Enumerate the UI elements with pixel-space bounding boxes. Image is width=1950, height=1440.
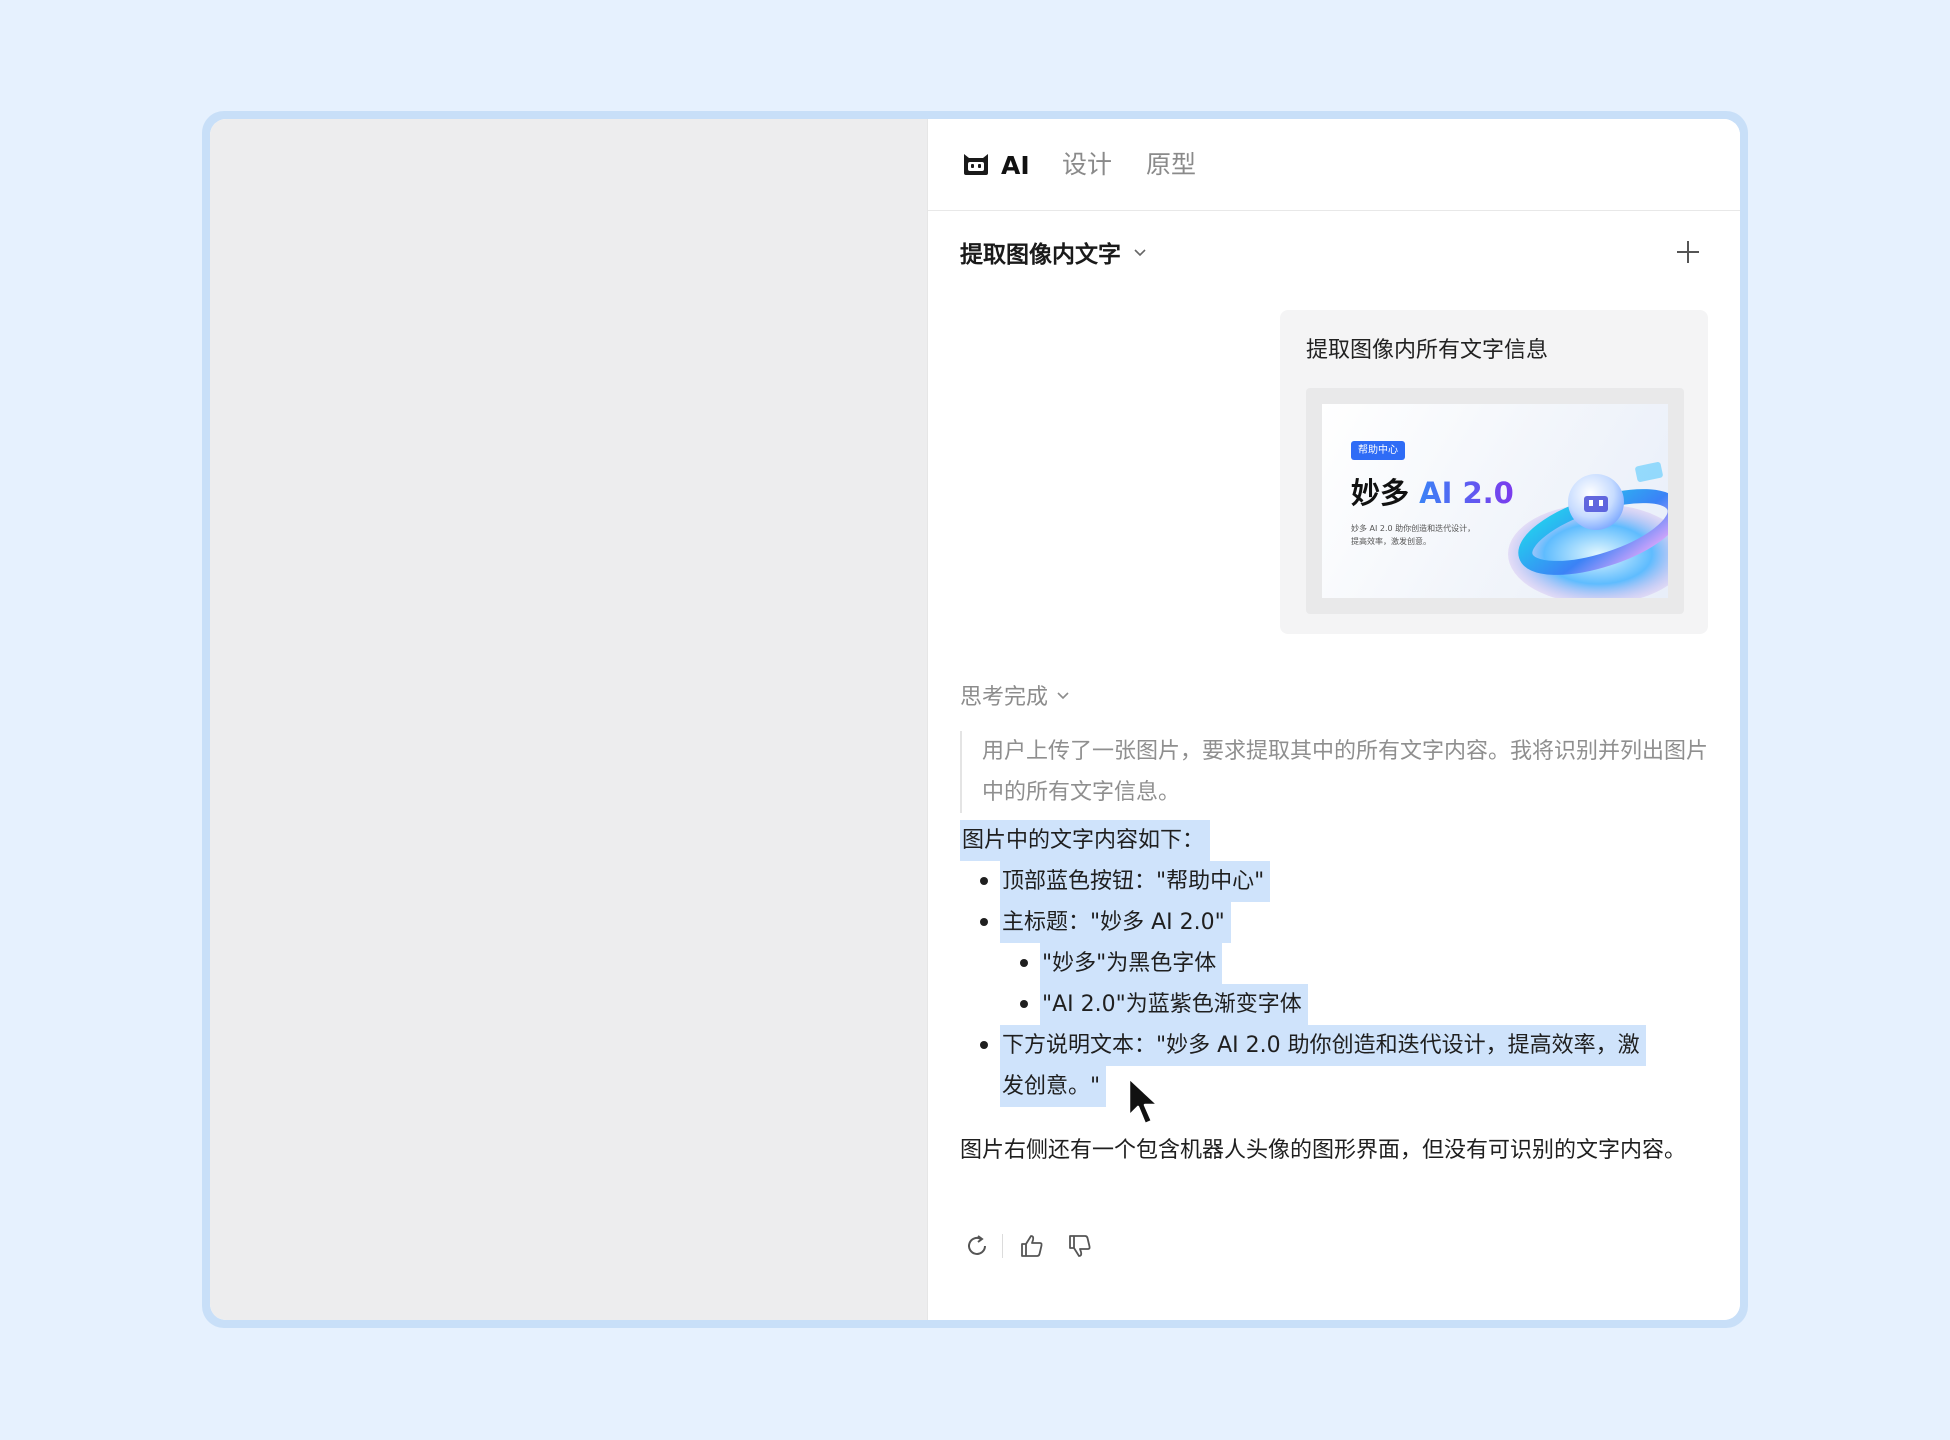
thumbnail-subtitle: 妙多 AI 2.0 助你创造和迭代设计， 提高效率，激发创意。 — [1351, 522, 1511, 548]
tab-design[interactable]: 设计 — [1062, 145, 1112, 185]
chevron-down-icon — [1056, 686, 1070, 705]
session-selector[interactable]: 提取图像内文字 — [960, 232, 1147, 272]
thumbnail-title-gradient: AI 2.0 — [1419, 476, 1514, 510]
thumbnail-title: 妙多 AI 2.0 — [1351, 470, 1514, 512]
image-thumbnail: 帮助中心 妙多 AI 2.0 妙多 AI 2.0 助你创造和迭代设计， 提高效率… — [1322, 404, 1668, 598]
dislike-button[interactable] — [1063, 1229, 1097, 1263]
mouse-cursor-icon — [1127, 1076, 1160, 1126]
robot-cat-icon — [961, 150, 991, 180]
list-item-text: "妙多"为黑色字体 — [1040, 943, 1223, 984]
list-item: 顶部蓝色按钮："帮助中心" — [1000, 861, 1271, 902]
attached-image[interactable]: 帮助中心 妙多 AI 2.0 妙多 AI 2.0 助你创造和迭代设计， 提高效率… — [1306, 388, 1684, 614]
thumbs-up-icon — [1021, 1235, 1043, 1257]
thumbnail-subtitle-line2: 提高效率，激发创意。 — [1351, 537, 1431, 546]
list-item-continuation: 发创意。" — [1000, 1066, 1107, 1107]
message-actions — [960, 1226, 1097, 1266]
thinking-toggle[interactable]: 思考完成 — [960, 675, 1070, 715]
actions-divider — [1002, 1234, 1003, 1258]
refresh-icon — [968, 1235, 986, 1255]
answer-intro-text: 图片中的文字内容如下： — [960, 820, 1211, 861]
list-bullet — [980, 918, 988, 926]
session-title: 提取图像内文字 — [960, 242, 1121, 268]
list-bullet — [1020, 959, 1028, 967]
answer-intro: 图片中的文字内容如下： — [960, 820, 1211, 861]
list-item-text: 顶部蓝色按钮："帮助中心" — [1000, 861, 1271, 902]
panel-tabs: AI 设计 原型 — [928, 119, 1740, 211]
thumbnail-title-black: 妙多 — [1351, 476, 1410, 510]
thumbnail-subtitle-line1: 妙多 AI 2.0 助你创造和迭代设计， — [1351, 524, 1476, 533]
tab-ai-label: AI — [1001, 150, 1030, 180]
plus-icon — [1677, 241, 1699, 263]
tab-ai[interactable]: AI — [961, 145, 1030, 185]
thumbnail-badge: 帮助中心 — [1351, 441, 1405, 460]
answer-closing: 图片右侧还有一个包含机器人头像的图形界面，但没有可识别的文字内容。 — [960, 1138, 1687, 1163]
user-message-text: 提取图像内所有文字信息 — [1306, 338, 1549, 363]
list-item: "AI 2.0"为蓝紫色渐变字体 — [1040, 984, 1308, 1025]
list-item-text: 发创意。" — [1000, 1066, 1107, 1107]
new-session-button[interactable] — [1668, 232, 1708, 272]
user-message-bubble: 提取图像内所有文字信息 帮助中心 妙多 AI 2.0 妙多 AI 2.0 助你创… — [1280, 310, 1708, 634]
list-item: 主标题："妙多 AI 2.0" — [1000, 902, 1231, 943]
like-button[interactable] — [1015, 1229, 1049, 1263]
list-item-text: 主标题："妙多 AI 2.0" — [1000, 902, 1231, 943]
thumbs-down-icon — [1069, 1235, 1091, 1257]
thinking-label: 思考完成 — [960, 685, 1049, 710]
design-canvas[interactable] — [210, 119, 927, 1320]
chevron-down-icon — [1133, 243, 1147, 262]
list-bullet — [1020, 1000, 1028, 1008]
robot-orb-illustration — [1508, 462, 1668, 598]
thinking-content: 用户上传了一张图片，要求提取其中的所有文字内容。我将识别并列出图片中的所有文字信… — [960, 731, 1708, 813]
regenerate-button[interactable] — [960, 1229, 994, 1263]
list-item: "妙多"为黑色字体 — [1040, 943, 1223, 984]
list-item: 下方说明文本："妙多 AI 2.0 助你创造和迭代设计，提高效率，激 — [1000, 1025, 1646, 1066]
list-bullet — [980, 1041, 988, 1049]
list-bullet — [980, 877, 988, 885]
list-item-text: 下方说明文本："妙多 AI 2.0 助你创造和迭代设计，提高效率，激 — [1000, 1025, 1646, 1066]
list-item-text: "AI 2.0"为蓝紫色渐变字体 — [1040, 984, 1308, 1025]
tab-prototype[interactable]: 原型 — [1146, 145, 1196, 185]
